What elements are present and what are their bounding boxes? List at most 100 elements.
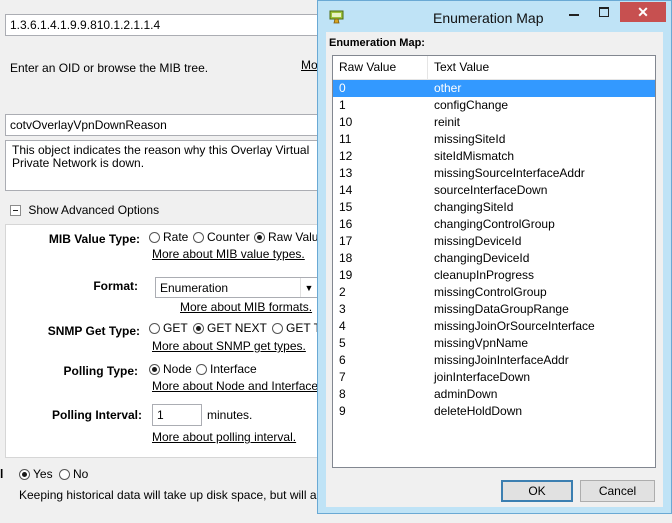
list-item[interactable]: 6 missingJoinInterfaceAddr: [333, 352, 655, 369]
list-item[interactable]: 2 missingControlGroup: [333, 284, 655, 301]
list-header: Raw Value Text Value: [333, 56, 655, 80]
radio-get-next[interactable]: GET NEXT: [193, 321, 267, 335]
minimize-icon: [569, 14, 579, 16]
text-value-cell: joinInterfaceDown: [434, 370, 531, 384]
format-label: Format:: [93, 279, 138, 293]
radio-rate[interactable]: Rate: [149, 230, 188, 244]
list-item[interactable]: 0 other: [333, 80, 655, 97]
raw-value-cell: 16: [339, 217, 353, 231]
radio-history-yes[interactable]: Yes: [19, 467, 53, 481]
list-item[interactable]: 15 changingSiteId: [333, 199, 655, 216]
raw-value-cell: 2: [339, 285, 346, 299]
list-item[interactable]: 4 missingJoinOrSourceInterface: [333, 318, 655, 335]
object-name-field[interactable]: cotvOverlayVpnDownReason: [5, 114, 335, 136]
list-item[interactable]: 12 siteIdMismatch: [333, 148, 655, 165]
column-header-raw-value[interactable]: Raw Value: [333, 56, 428, 79]
close-button[interactable]: ✕: [620, 2, 666, 22]
radio-get[interactable]: GET: [149, 321, 188, 335]
raw-value-cell: 0: [339, 81, 346, 95]
text-value-cell: missingJoinInterfaceAddr: [434, 353, 569, 367]
raw-value-cell: 13: [339, 166, 353, 180]
snmp-get-types-link[interactable]: More about SNMP get types.: [152, 339, 306, 353]
mib-formats-link[interactable]: More about MIB formats.: [180, 300, 312, 314]
raw-value-cell: 7: [339, 370, 346, 384]
radio-selected-icon: [19, 469, 30, 480]
maximize-icon: [599, 7, 609, 17]
raw-value-cell: 1: [339, 98, 346, 112]
text-value-cell: missingVpnName: [434, 336, 529, 350]
chevron-down-icon: ▼: [300, 278, 317, 297]
radio-history-no[interactable]: No: [59, 467, 88, 481]
radio-interface[interactable]: Interface: [196, 362, 257, 376]
text-value-cell: cleanupInProgress: [434, 268, 535, 282]
mib-value-types-link[interactable]: More about MIB value types.: [152, 247, 305, 261]
dialog-body: Enumeration Map: Raw Value Text Value 0 o…: [326, 32, 663, 507]
text-value-cell: changingDeviceId: [434, 251, 530, 265]
radio-icon: [59, 469, 70, 480]
raw-value-cell: 4: [339, 319, 346, 333]
radio-raw-value[interactable]: Raw Valu: [254, 230, 318, 244]
raw-value-cell: 11: [339, 132, 352, 146]
list-item[interactable]: 3 missingDataGroupRange: [333, 301, 655, 318]
raw-value-cell: 10: [339, 115, 353, 129]
list-item[interactable]: 1 configChange: [333, 97, 655, 114]
text-value-cell: missingJoinOrSourceInterface: [434, 319, 595, 333]
radio-icon: [196, 364, 207, 375]
text-value-cell: missingControlGroup: [434, 285, 547, 299]
list-item[interactable]: 13 missingSourceInterfaceAddr: [333, 165, 655, 182]
raw-value-cell: 17: [339, 234, 353, 248]
radio-icon: [149, 232, 160, 243]
list-item[interactable]: 7 joinInterfaceDown: [333, 369, 655, 386]
text-value-cell: missingDataGroupRange: [434, 302, 569, 316]
dialog-title: Enumeration Map: [433, 10, 544, 26]
collapse-icon: [10, 205, 21, 216]
list-item[interactable]: 17 missingDeviceId: [333, 233, 655, 250]
radio-get-table[interactable]: GET T: [272, 321, 321, 335]
list-item[interactable]: 16 changingControlGroup: [333, 216, 655, 233]
oid-hint-text: Enter an OID or browse the MIB tree.: [10, 61, 209, 75]
raw-value-cell: 15: [339, 200, 353, 214]
list-item[interactable]: 8 adminDown: [333, 386, 655, 403]
dialog-titlebar[interactable]: Enumeration Map ✕: [318, 1, 671, 33]
node-interface-link[interactable]: More about Node and Interface pol: [152, 379, 337, 393]
list-item[interactable]: 19 cleanupInProgress: [333, 267, 655, 284]
text-value-cell: adminDown: [434, 387, 498, 401]
polling-interval-link[interactable]: More about polling interval.: [152, 430, 296, 444]
close-icon: ✕: [637, 3, 649, 20]
list-item[interactable]: 11 missingSiteId: [333, 131, 655, 148]
radio-counter[interactable]: Counter: [193, 230, 250, 244]
list-item[interactable]: 5 missingVpnName: [333, 335, 655, 352]
text-value-cell: configChange: [434, 98, 509, 112]
maximize-button[interactable]: [590, 2, 618, 22]
radio-node[interactable]: Node: [149, 362, 192, 376]
format-select[interactable]: Enumeration ▼: [155, 277, 318, 298]
polling-type-label: Polling Type:: [63, 364, 138, 378]
polling-interval-input[interactable]: 1: [152, 404, 202, 426]
raw-value-cell: 6: [339, 353, 346, 367]
enumeration-map-dialog: Enumeration Map ✕ Enumeration Map: Raw V…: [317, 0, 672, 514]
enumeration-list[interactable]: Raw Value Text Value 0 other 1 configChange…: [332, 55, 656, 468]
raw-value-cell: 12: [339, 149, 353, 163]
raw-value-cell: 9: [339, 404, 346, 418]
list-item[interactable]: 9 deleteHoldDown: [333, 403, 655, 420]
column-header-text-value[interactable]: Text Value: [428, 56, 655, 79]
oid-input[interactable]: 1.3.6.1.4.1.9.9.810.1.2.1.1.4: [5, 14, 335, 36]
raw-value-cell: 18: [339, 251, 353, 265]
raw-value-cell: 3: [339, 302, 346, 316]
text-value-cell: deleteHoldDown: [434, 404, 523, 418]
minimize-button[interactable]: [560, 2, 588, 22]
polling-interval-label: Polling Interval:: [51, 408, 142, 422]
history-label-fragment: l: [0, 467, 4, 481]
list-item[interactable]: 18 changingDeviceId: [333, 250, 655, 267]
text-value-cell: changingControlGroup: [434, 217, 555, 231]
radio-selected-icon: [254, 232, 265, 243]
radio-icon: [272, 323, 283, 334]
list-item[interactable]: 10 reinit: [333, 114, 655, 131]
list-item[interactable]: 14 sourceInterfaceDown: [333, 182, 655, 199]
description-field[interactable]: This object indicates the reason why thi…: [5, 140, 335, 191]
cancel-button[interactable]: Cancel: [580, 480, 655, 502]
ok-button[interactable]: OK: [501, 480, 573, 502]
advanced-options-toggle[interactable]: Show Advanced Options: [10, 203, 159, 217]
mib-value-type-label: MIB Value Type:: [48, 232, 140, 246]
radio-selected-icon: [149, 364, 160, 375]
